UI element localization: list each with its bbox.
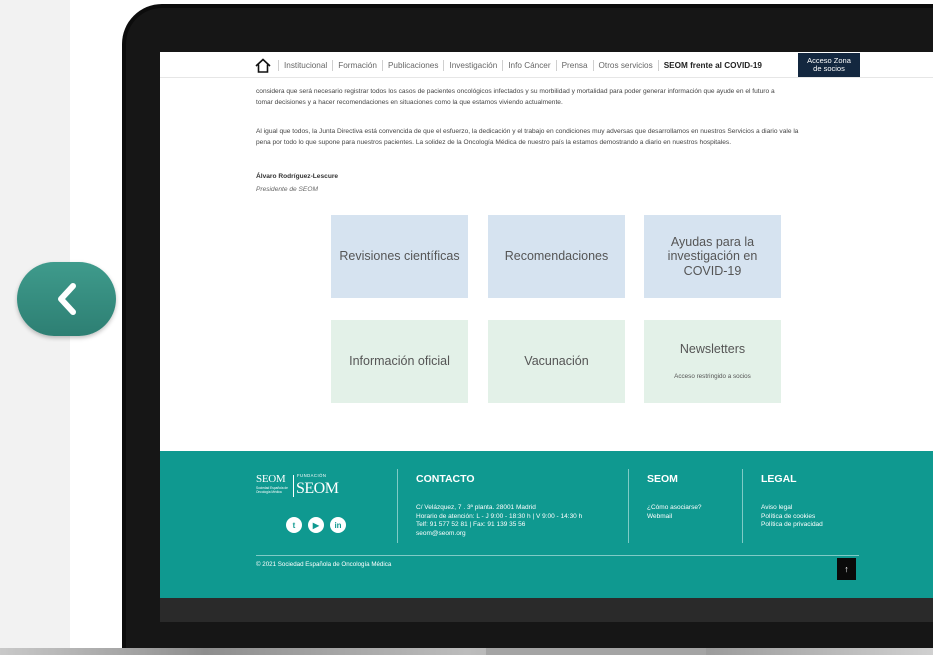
- tile-label: Información oficial: [349, 354, 450, 369]
- link-aviso-legal[interactable]: Aviso legal: [761, 504, 823, 513]
- nav-item-otros-servicios[interactable]: Otros servicios: [592, 60, 658, 71]
- contacto-hours: Horario de atención: L - J 9:00 - 18:30 …: [416, 512, 583, 520]
- logo-seom-subtitle: Sociedad Española de Oncología Médica: [256, 486, 288, 494]
- article-text-line: pena por todo lo que supone para nuestro…: [256, 139, 732, 146]
- nav-item-seom-covid[interactable]: SEOM frente al COVID-19: [657, 60, 767, 71]
- contacto-address: C/ Velázquez, 7 . 3ª planta. 28001 Madri…: [416, 504, 536, 511]
- article-paragraph-2: Al igual que todos, la Junta Directiva e…: [256, 126, 862, 148]
- seom-logo[interactable]: SEOM Sociedad Española de Oncología Médi…: [256, 473, 356, 501]
- logo-seom-text: SEOM: [256, 473, 286, 485]
- seom-column-title: SEOM: [647, 473, 678, 485]
- nav-item-prensa[interactable]: Prensa: [555, 60, 593, 71]
- logo-divider: [293, 475, 294, 497]
- contacto-details: C/ Velázquez, 7 . 3ª planta. 28001 Madri…: [416, 504, 582, 538]
- legal-column-title: LEGAL: [761, 473, 797, 485]
- nav-item-investigacion[interactable]: Investigación: [443, 60, 502, 71]
- arrow-up-icon: ↑: [844, 564, 849, 574]
- top-navigation: Institucional Formación Publicaciones In…: [160, 52, 933, 78]
- contacto-phone: Telf: 91 577 52 81 | Fax: 91 139 35 56: [416, 521, 526, 528]
- article-text-line: Al igual que todos, la Junta Directiva e…: [256, 128, 799, 135]
- article-text-line: tomar decisiones y a hacer recomendacion…: [256, 99, 563, 106]
- tile-label: Ayudas para la investigación en COVID-19: [667, 234, 758, 278]
- link-webmail[interactable]: Webmail: [647, 513, 702, 522]
- chevron-left-icon: [58, 283, 76, 315]
- article-text-line: considera que será necesario registrar t…: [256, 88, 775, 95]
- footer-divider: [397, 469, 398, 543]
- tile-revisiones-cientificas[interactable]: Revisiones científicas: [331, 215, 468, 298]
- link-politica-privacidad[interactable]: Política de privacidad: [761, 521, 823, 530]
- site-footer: SEOM Sociedad Española de Oncología Médi…: [160, 451, 933, 598]
- laptop-base: [0, 648, 933, 655]
- tile-label: Newsletters: [679, 342, 746, 357]
- members-area-line2: de socios: [813, 64, 845, 73]
- contacto-title: CONTACTO: [416, 473, 475, 485]
- home-icon[interactable]: [255, 58, 271, 73]
- members-area-button[interactable]: Acceso Zona de socios: [798, 53, 860, 77]
- nav-item-formacion[interactable]: Formación: [332, 60, 382, 71]
- copyright-text: © 2021 Sociedad Española de Oncología Mé…: [256, 561, 392, 568]
- nav-item-publicaciones[interactable]: Publicaciones: [381, 60, 444, 71]
- back-button[interactable]: [17, 262, 116, 336]
- laptop-screen: Institucional Formación Publicaciones In…: [160, 52, 933, 598]
- twitter-icon[interactable]: t: [286, 517, 302, 533]
- link-politica-cookies[interactable]: Política de cookies: [761, 513, 823, 522]
- nav-item-institucional[interactable]: Institucional: [278, 60, 332, 71]
- tile-label: Revisiones científicas: [339, 249, 460, 264]
- tile-label: Vacunación: [524, 354, 589, 369]
- tile-recomendaciones[interactable]: Recomendaciones: [488, 215, 625, 298]
- legal-links: Aviso legal Política de cookies Política…: [761, 504, 823, 530]
- article-paragraph-1: considera que será necesario registrar t…: [256, 86, 862, 108]
- laptop-hinge: [486, 648, 706, 655]
- nav-menu: Institucional Formación Publicaciones In…: [278, 60, 767, 71]
- tile-sublabel: Acceso restringido a socios: [674, 372, 751, 380]
- scroll-to-top-button[interactable]: ↑: [837, 558, 856, 580]
- footer-separator: [256, 555, 859, 556]
- tile-vacunacion[interactable]: Vacunación: [488, 320, 625, 403]
- tile-label: Recomendaciones: [504, 249, 609, 264]
- link-como-asociarse[interactable]: ¿Cómo asociarse?: [647, 504, 702, 513]
- tile-ayudas-investigacion[interactable]: Ayudas para la investigación en COVID-19: [644, 215, 781, 298]
- contacto-email[interactable]: seom@seom.org: [416, 530, 582, 539]
- footer-divider: [628, 469, 629, 543]
- footer-divider: [742, 469, 743, 543]
- tile-informacion-oficial[interactable]: Información oficial: [331, 320, 468, 403]
- tile-newsletters[interactable]: Newsletters Acceso restringido a socios: [644, 320, 781, 403]
- author-role: Presidente de SEOM: [256, 186, 318, 193]
- author-name: Álvaro Rodríguez-Lescure: [256, 173, 339, 180]
- logo-fundacion-seom: SEOM: [296, 480, 339, 497]
- linkedin-icon[interactable]: in: [330, 517, 346, 533]
- logo-fundacion-text: FUNDACIÓN: [297, 473, 327, 478]
- youtube-icon[interactable]: ▶: [308, 517, 324, 533]
- screen-bottom-bezel: [160, 598, 933, 622]
- nav-item-info-cancer[interactable]: Info Cáncer: [502, 60, 555, 71]
- seom-links: ¿Cómo asociarse? Webmail: [647, 504, 702, 521]
